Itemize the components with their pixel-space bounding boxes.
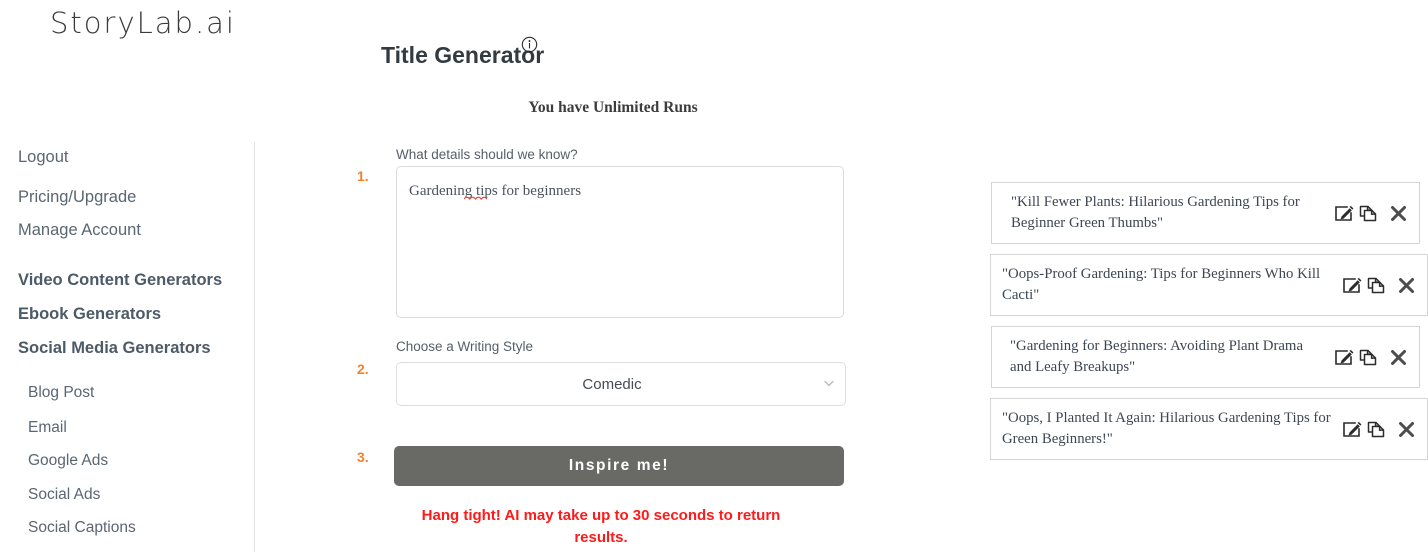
edit-pencil-icon[interactable] — [1342, 276, 1362, 295]
edit-pencil-icon[interactable] — [1334, 348, 1354, 367]
copy-pages-icon[interactable] — [1358, 204, 1378, 223]
copy-pages-icon[interactable] — [1366, 276, 1386, 295]
writing-style-select[interactable]: ComedicProfessionalCasualDramaticWittyIn… — [396, 362, 846, 406]
sidebar-item-google-ads[interactable]: Google Ads — [28, 452, 108, 470]
sidebar-section-video-content-generators[interactable]: Video Content Generators — [18, 271, 222, 290]
inspire-me-button[interactable]: Inspire me! — [394, 446, 844, 486]
details-field-label: What details should we know? — [396, 147, 578, 162]
step-number-1: 1. — [357, 168, 369, 184]
result-card-actions — [1342, 420, 1415, 439]
style-field-label: Choose a Writing Style — [396, 339, 534, 354]
copy-pages-icon[interactable] — [1358, 348, 1378, 367]
result-card-actions — [1334, 348, 1407, 367]
sidebar-item-blog-post[interactable]: Blog Post — [28, 384, 94, 402]
step-number-3: 3. — [357, 449, 369, 465]
sidebar-item-logout[interactable]: Logout — [18, 148, 68, 167]
app-root: StoryLab.ai Logout Pricing/Upgrade Manag… — [0, 0, 1428, 552]
sidebar-item-social-captions[interactable]: Social Captions — [28, 519, 136, 537]
unlimited-runs-note: You have Unlimited Runs — [528, 99, 698, 116]
brand-logo[interactable]: StoryLab.ai — [50, 6, 236, 40]
close-x-icon[interactable] — [1398, 421, 1415, 438]
result-card-text: "Kill Fewer Plants: Hilarious Gardening … — [1011, 194, 1300, 231]
result-card: "Oops-Proof Gardening: Tips for Beginner… — [990, 254, 1428, 316]
result-card-actions — [1342, 276, 1415, 295]
result-card: "Kill Fewer Plants: Hilarious Gardening … — [991, 182, 1420, 244]
result-card-text: "Oops, I Planted It Again: Hilarious Gar… — [1002, 410, 1331, 447]
edit-pencil-icon[interactable] — [1342, 420, 1362, 439]
sidebar-item-email[interactable]: Email — [28, 419, 67, 437]
result-card: "Oops, I Planted It Again: Hilarious Gar… — [990, 398, 1428, 460]
step-number-2: 2. — [357, 361, 369, 377]
result-card: "Gardening for Beginners: Avoiding Plant… — [991, 326, 1420, 388]
details-input[interactable] — [396, 166, 844, 318]
result-card-text: "Gardening for Beginners: Avoiding Plant… — [1010, 338, 1304, 375]
close-x-icon[interactable] — [1390, 205, 1407, 222]
copy-pages-icon[interactable] — [1366, 420, 1386, 439]
writing-style-select-wrapper: ComedicProfessionalCasualDramaticWittyIn… — [396, 362, 846, 406]
sidebar: StoryLab.ai Logout Pricing/Upgrade Manag… — [0, 0, 255, 552]
sidebar-section-ebook-generators[interactable]: Ebook Generators — [18, 305, 161, 324]
edit-pencil-icon[interactable] — [1334, 204, 1354, 223]
sidebar-section-social-media-generators[interactable]: Social Media Generators — [18, 339, 211, 358]
close-x-icon[interactable] — [1390, 349, 1407, 366]
sidebar-item-manage-account[interactable]: Manage Account — [18, 221, 141, 240]
close-x-icon[interactable] — [1398, 277, 1415, 294]
sidebar-item-social-ads[interactable]: Social Ads — [28, 486, 100, 504]
sidebar-item-pricing-upgrade[interactable]: Pricing/Upgrade — [18, 188, 136, 207]
info-circle-icon[interactable] — [521, 36, 538, 53]
sidebar-divider — [254, 142, 255, 552]
result-card-text: "Oops-Proof Gardening: Tips for Beginner… — [1002, 266, 1321, 303]
processing-notice: Hang tight! AI may take up to 30 seconds… — [421, 507, 781, 546]
result-card-actions — [1334, 204, 1407, 223]
page-title: Title Generator — [381, 42, 545, 68]
